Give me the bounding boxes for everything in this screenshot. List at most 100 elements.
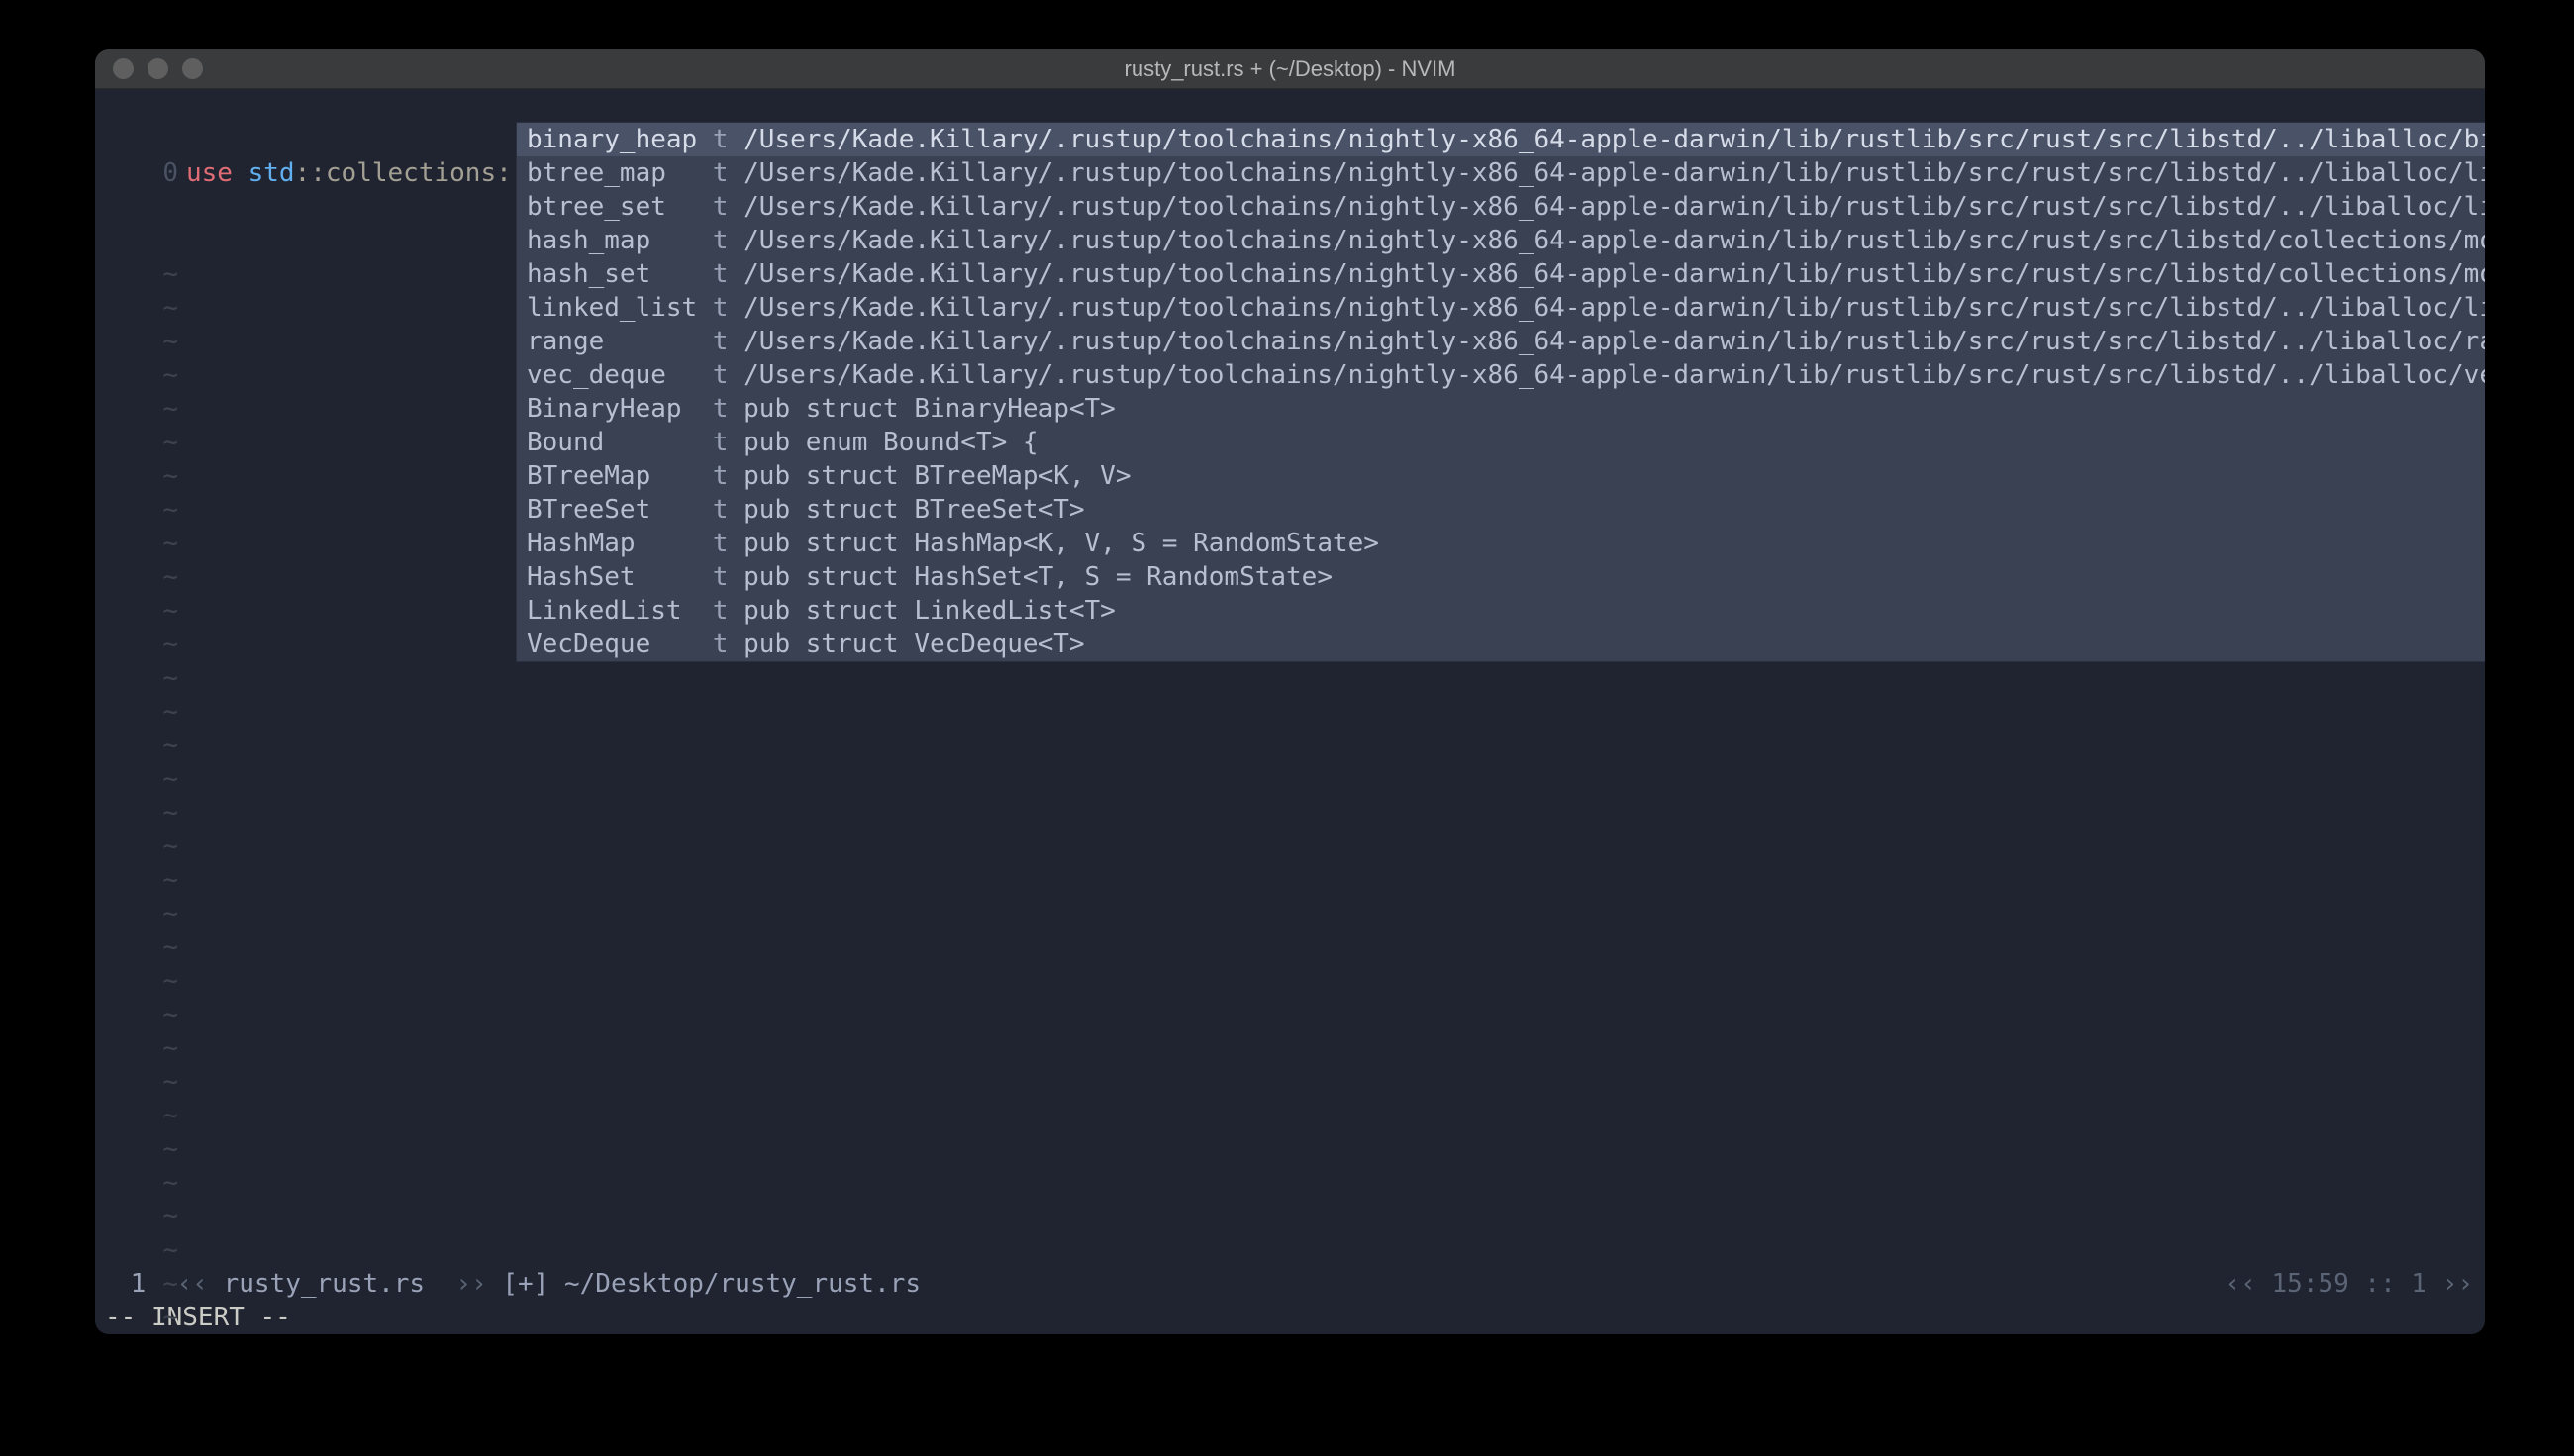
empty-line-tilde: ~ xyxy=(95,1233,178,1267)
completion-item[interactable]: LinkedList t pub struct LinkedList<T> xyxy=(517,594,2485,628)
completion-kind: t xyxy=(713,158,729,188)
completion-word: BTreeMap xyxy=(527,461,697,491)
empty-line-tilde: ~ xyxy=(95,1031,178,1065)
empty-line-tilde: ~ xyxy=(95,1200,178,1233)
empty-line-tilde: ~ xyxy=(95,796,178,829)
empty-line-tilde: ~ xyxy=(95,1065,178,1099)
completion-kind: t xyxy=(713,630,729,659)
editor-viewport[interactable]: 0 ~~~~~~~~~~~~~~~~~~~~~~~~~~~~~~~~~ use … xyxy=(95,89,2485,1267)
completion-menu: pub struct BTreeMap<K, V> xyxy=(743,461,1131,491)
completion-item[interactable]: btree_set t /Users/Kade.Killary/.rustup/… xyxy=(517,190,2485,224)
completion-menu: /Users/Kade.Killary/.rustup/toolchains/n… xyxy=(743,226,2485,255)
completion-item[interactable]: HashSet t pub struct HashSet<T, S = Rand… xyxy=(517,560,2485,594)
angle-open-icon: ‹‹ xyxy=(177,1269,208,1299)
empty-line-tilde: ~ xyxy=(95,392,178,426)
completion-word: BTreeSet xyxy=(527,495,697,525)
empty-line-tilde: ~ xyxy=(95,493,178,527)
completion-menu: pub struct HashSet<T, S = RandomState> xyxy=(743,562,1333,592)
completion-item[interactable]: btree_map t /Users/Kade.Killary/.rustup/… xyxy=(517,156,2485,190)
completion-item[interactable]: VecDeque t pub struct VecDeque<T> xyxy=(517,628,2485,661)
zoom-icon[interactable] xyxy=(182,58,203,79)
completion-item[interactable]: range t /Users/Kade.Killary/.rustup/tool… xyxy=(517,325,2485,358)
completion-popup[interactable]: binary_heap t /Users/Kade.Killary/.rustu… xyxy=(517,123,2485,661)
completion-word: BinaryHeap xyxy=(527,394,697,424)
empty-line-tilde: ~ xyxy=(95,257,178,291)
completion-word: hash_set xyxy=(527,259,697,289)
completion-item[interactable]: hash_map t /Users/Kade.Killary/.rustup/t… xyxy=(517,224,2485,257)
buffer-filename: rusty_rust.rs xyxy=(224,1269,426,1299)
completion-menu: pub struct BTreeSet<T> xyxy=(743,495,1084,525)
completion-word: linked_list xyxy=(527,293,697,323)
completion-menu: /Users/Kade.Killary/.rustup/toolchains/n… xyxy=(743,360,2485,390)
modified-flag: [+] xyxy=(502,1269,548,1299)
completion-item[interactable]: vec_deque t /Users/Kade.Killary/.rustup/… xyxy=(517,358,2485,392)
line-gutter: 0 ~~~~~~~~~~~~~~~~~~~~~~~~~~~~~~~~~ xyxy=(95,89,186,1267)
line-number: 0 xyxy=(95,156,178,190)
empty-line-tilde: ~ xyxy=(95,325,178,358)
empty-line-tilde: ~ xyxy=(95,560,178,594)
completion-menu: /Users/Kade.Killary/.rustup/toolchains/n… xyxy=(743,192,2485,222)
completion-kind: t xyxy=(713,596,729,626)
completion-item[interactable]: BinaryHeap t pub struct BinaryHeap<T> xyxy=(517,392,2485,426)
terminal-window: rusty_rust.rs + (~/Desktop) - NVIM 0 ~~~… xyxy=(95,49,2485,1334)
completion-kind: t xyxy=(713,428,729,457)
minimize-icon[interactable] xyxy=(148,58,168,79)
completion-menu: pub enum Bound<T> { xyxy=(743,428,1038,457)
titlebar[interactable]: rusty_rust.rs + (~/Desktop) - NVIM xyxy=(95,49,2485,89)
empty-line-tilde: ~ xyxy=(95,897,178,930)
completion-kind: t xyxy=(713,125,729,154)
empty-line-tilde: ~ xyxy=(95,1267,178,1301)
completion-menu: pub struct LinkedList<T> xyxy=(743,596,1116,626)
completion-item[interactable]: binary_heap t /Users/Kade.Killary/.rustu… xyxy=(517,123,2485,156)
completion-menu: pub struct VecDeque<T> xyxy=(743,630,1084,659)
completion-word: HashSet xyxy=(527,562,697,592)
completion-item[interactable]: linked_list t /Users/Kade.Killary/.rustu… xyxy=(517,291,2485,325)
completion-menu: pub struct BinaryHeap<T> xyxy=(743,394,1116,424)
empty-line-tilde: ~ xyxy=(95,829,178,863)
statusline-left: 1 ‹‹ rusty_rust.rs ›› [+] ~/Desktop/rust… xyxy=(115,1267,921,1301)
buffer-path: ~/Desktop/rusty_rust.rs xyxy=(564,1269,921,1299)
empty-line-tilde: ~ xyxy=(95,291,178,325)
completion-item[interactable]: hash_set t /Users/Kade.Killary/.rustup/t… xyxy=(517,257,2485,291)
completion-word: range xyxy=(527,327,697,356)
completion-item[interactable]: Bound t pub enum Bound<T> { xyxy=(517,426,2485,459)
completion-kind: t xyxy=(713,495,729,525)
completion-item[interactable]: HashMap t pub struct HashMap<K, V, S = R… xyxy=(517,527,2485,560)
empty-line-tilde: ~ xyxy=(95,628,178,661)
traffic-lights xyxy=(95,58,203,79)
empty-line-tilde: ~ xyxy=(95,998,178,1031)
empty-line-tilde: ~ xyxy=(95,1301,178,1334)
completion-item[interactable]: BTreeSet t pub struct BTreeSet<T> xyxy=(517,493,2485,527)
empty-line-tilde: ~ xyxy=(95,426,178,459)
path-separator: :: xyxy=(295,158,326,188)
completion-kind: t xyxy=(713,461,729,491)
empty-line-tilde: ~ xyxy=(95,594,178,628)
completion-menu: /Users/Kade.Killary/.rustup/toolchains/n… xyxy=(743,125,2485,154)
empty-line-tilde: ~ xyxy=(95,358,178,392)
completion-word: vec_deque xyxy=(527,360,697,390)
empty-line-tilde: ~ xyxy=(95,930,178,964)
empty-line-tilde: ~ xyxy=(95,1132,178,1166)
empty-line-tilde: ~ xyxy=(95,695,178,728)
completion-kind: t xyxy=(713,226,729,255)
empty-line-tilde: ~ xyxy=(95,459,178,493)
completion-kind: t xyxy=(713,394,729,424)
keyword-use: use xyxy=(186,158,233,188)
completion-item[interactable]: BTreeMap t pub struct BTreeMap<K, V> xyxy=(517,459,2485,493)
code-area[interactable]: use std::collections:: binary_heap t /Us… xyxy=(186,89,2485,1267)
completion-kind: t xyxy=(713,360,729,390)
completion-menu: pub struct HashMap<K, V, S = RandomState… xyxy=(743,529,1379,558)
completion-kind: t xyxy=(713,293,729,323)
module-std: std xyxy=(248,158,295,188)
completion-word: VecDeque xyxy=(527,630,697,659)
empty-line-tilde: ~ xyxy=(95,728,178,762)
empty-line-tilde: ~ xyxy=(95,661,178,695)
completion-kind: t xyxy=(713,259,729,289)
close-icon[interactable] xyxy=(113,58,134,79)
mode-indicator: -- INSERT -- xyxy=(95,1301,2485,1334)
completion-kind: t xyxy=(713,192,729,222)
completion-word: Bound xyxy=(527,428,697,457)
empty-line-tilde: ~ xyxy=(95,527,178,560)
completion-kind: t xyxy=(713,529,729,558)
statusline-right: ‹‹ 15:59 :: 1 ›› xyxy=(2226,1267,2473,1301)
